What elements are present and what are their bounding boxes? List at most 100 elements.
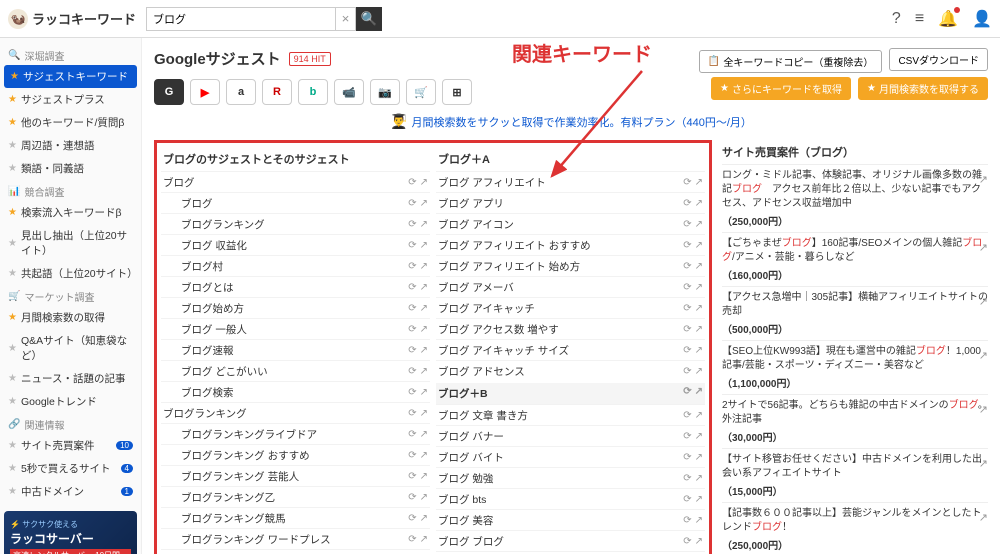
keyword-row[interactable]: ブログ⟳↗: [161, 171, 430, 192]
reload-icon[interactable]: ⟳: [408, 177, 416, 188]
deal-listing[interactable]: 【記事数６００記事以上】芸能ジャンルをメインとしたトレンドブログ！（250,00…: [722, 502, 988, 554]
platform-button[interactable]: 📹: [334, 79, 364, 105]
deal-listing[interactable]: 【SEO上位KW993語】現在も運営中の雑記ブログ！1,000記事/芸能・スポー…: [722, 340, 988, 394]
reload-icon[interactable]: ⟳: [683, 452, 691, 463]
open-icon[interactable]: ↗: [695, 198, 703, 209]
keyword-row[interactable]: ブログ⟳↗: [161, 192, 430, 213]
bell-icon[interactable]: 🔔: [938, 9, 958, 29]
keyword-row[interactable]: ブログ検索⟳↗: [161, 381, 430, 402]
platform-button[interactable]: G: [154, 79, 184, 105]
monthly-volume-button[interactable]: ★ 月間検索数を取得する: [858, 77, 988, 100]
open-icon[interactable]: ↗: [420, 387, 428, 398]
keyword-row[interactable]: ブログ速報⟳↗: [161, 339, 430, 360]
open-icon[interactable]: ↗: [695, 219, 703, 230]
open-icon[interactable]: ↗: [695, 282, 703, 293]
reload-icon[interactable]: ⟳: [408, 471, 416, 482]
reload-icon[interactable]: ⟳: [683, 494, 691, 505]
keyword-row[interactable]: ブログ 一般人⟳↗: [161, 318, 430, 339]
open-icon[interactable]: ↗: [420, 513, 428, 524]
sidebar-item[interactable]: ★サイト売買案件10: [0, 434, 141, 457]
sidebar-item[interactable]: ★ニュース・話題の記事: [0, 367, 141, 390]
sidebar-item[interactable]: ★検索流入キーワードβ: [0, 201, 141, 224]
keyword-row[interactable]: ブログランキング乙⟳↗: [161, 486, 430, 507]
reload-icon[interactable]: ⟳: [408, 198, 416, 209]
keyword-row[interactable]: ブログ始め方⟳↗: [161, 297, 430, 318]
search-input[interactable]: [146, 7, 336, 31]
reload-icon[interactable]: ⟳: [408, 324, 416, 335]
platform-button[interactable]: 🛒: [406, 79, 436, 105]
keyword-row[interactable]: ブログ どこがいい⟳↗: [161, 360, 430, 381]
keyword-row[interactable]: ブログ アイキャッチ⟳↗: [436, 297, 705, 318]
reload-icon[interactable]: ⟳: [683, 261, 691, 272]
keyword-row[interactable]: ブログ バナー⟳↗: [436, 425, 705, 446]
keyword-row[interactable]: ブログランキング競馬⟳↗: [161, 507, 430, 528]
sidebar-item[interactable]: ★サジェストキーワード: [4, 65, 137, 88]
reload-icon[interactable]: ⟳: [683, 431, 691, 442]
more-keywords-button[interactable]: ★ さらにキーワードを取得: [711, 77, 851, 100]
open-icon[interactable]: ↗: [420, 282, 428, 293]
reload-icon[interactable]: ⟳: [683, 324, 691, 335]
platform-button[interactable]: a: [226, 79, 256, 105]
sidebar-item[interactable]: ★中古ドメイン1: [0, 480, 141, 503]
keyword-row[interactable]: ブログ アイコン⟳↗: [436, 213, 705, 234]
open-icon[interactable]: ↗: [695, 345, 703, 356]
open-icon[interactable]: ↗: [420, 303, 428, 314]
keyword-row[interactable]: ブログ バイト⟳↗: [436, 446, 705, 467]
reload-icon[interactable]: ⟳: [408, 303, 416, 314]
search-button[interactable]: 🔍: [356, 7, 382, 31]
open-icon[interactable]: ↗: [695, 240, 703, 251]
reload-icon[interactable]: ⟳: [683, 240, 691, 251]
external-link-icon[interactable]: ↗: [979, 457, 988, 470]
open-icon[interactable]: ↗: [695, 366, 703, 377]
deal-listing[interactable]: 【サイト移管お任せください】中古ドメインを利用した出会い系アフィエイトサイト（1…: [722, 448, 988, 502]
platform-button[interactable]: b: [298, 79, 328, 105]
reload-icon[interactable]: ⟳: [683, 515, 691, 526]
keyword-row[interactable]: ブログ 勉強⟳↗: [436, 467, 705, 488]
reload-icon[interactable]: ⟳: [408, 513, 416, 524]
sidebar-item[interactable]: ★サジェストプラス: [0, 88, 141, 111]
copy-all-button[interactable]: 📋 全キーワードコピー（重複除去）: [699, 50, 882, 73]
external-link-icon[interactable]: ↗: [979, 241, 988, 254]
open-icon[interactable]: ↗: [420, 324, 428, 335]
search-clear[interactable]: ×: [336, 7, 356, 31]
reload-icon[interactable]: ⟳: [408, 408, 416, 419]
open-icon[interactable]: ↗: [420, 198, 428, 209]
open-icon[interactable]: ↗: [420, 534, 428, 545]
deal-listing[interactable]: 【ごちゃまぜブログ】160記事/SEOメインの個人雑記ブログ/アニメ・芸能・暮ら…: [722, 232, 988, 286]
open-icon[interactable]: ↗: [695, 452, 703, 463]
open-icon[interactable]: ↗: [420, 429, 428, 440]
reload-icon[interactable]: ⟳: [683, 386, 691, 401]
reload-icon[interactable]: ⟳: [408, 345, 416, 356]
keyword-row[interactable]: ブログ 美容⟳↗: [436, 509, 705, 530]
external-link-icon[interactable]: ↗: [979, 349, 988, 362]
keyword-row[interactable]: ブログランキング⟳↗: [161, 213, 430, 234]
help-icon[interactable]: ?: [892, 10, 901, 28]
open-icon[interactable]: ↗: [695, 324, 703, 335]
deal-listing[interactable]: 【アクセス急増中｜305記事】横軸アフィリエイトサイトの売却（500,000円）…: [722, 286, 988, 340]
keyword-row[interactable]: ブログ アドセンス⟳↗: [436, 360, 705, 381]
platform-button[interactable]: ⊞: [442, 79, 472, 105]
sidebar-item[interactable]: ★共起語（上位20サイト）: [0, 262, 141, 285]
open-icon[interactable]: ↗: [695, 494, 703, 505]
keyword-row[interactable]: ブログ アクセス数 増やす⟳↗: [436, 318, 705, 339]
promo-link[interactable]: 👨‍🎓 月間検索数をサクッと取得で作業効率化。有料プラン（440円～/月）: [154, 113, 988, 130]
keyword-row[interactable]: ブログランキング⟳↗: [161, 402, 430, 423]
sidebar-item[interactable]: ★5秒で買えるサイト4: [0, 457, 141, 480]
open-icon[interactable]: ↗: [420, 261, 428, 272]
open-icon[interactable]: ↗: [420, 366, 428, 377]
keyword-row[interactable]: ブログランキング ワードプレス⟳↗: [161, 528, 430, 549]
external-link-icon[interactable]: ↗: [979, 173, 988, 186]
sidebar-banner[interactable]: ⚡ サクサク使える ラッコサーバー 高速レンタルサーバー 10日間無料お試し 🦦: [4, 511, 137, 554]
keyword-row[interactable]: ブログランキング おすすめ⟳↗: [161, 444, 430, 465]
platform-button[interactable]: R: [262, 79, 292, 105]
keyword-row[interactable]: ブログ 収益化⟳↗: [161, 234, 430, 255]
keyword-row[interactable]: ブログランキングライブドア⟳↗: [161, 423, 430, 444]
reload-icon[interactable]: ⟳: [408, 387, 416, 398]
reload-icon[interactable]: ⟳: [683, 410, 691, 421]
open-icon[interactable]: ↗: [695, 431, 703, 442]
open-icon[interactable]: ↗: [420, 408, 428, 419]
keyword-row[interactable]: ブログランキング 芸能人⟳↗: [161, 465, 430, 486]
deal-listing[interactable]: 2サイトで56記事。どちらも雑記の中古ドメインのブログ。外注記事（30,000円…: [722, 394, 988, 448]
reload-icon[interactable]: ⟳: [683, 536, 691, 547]
keyword-row[interactable]: ブログランキングとは⟳↗: [161, 549, 430, 554]
